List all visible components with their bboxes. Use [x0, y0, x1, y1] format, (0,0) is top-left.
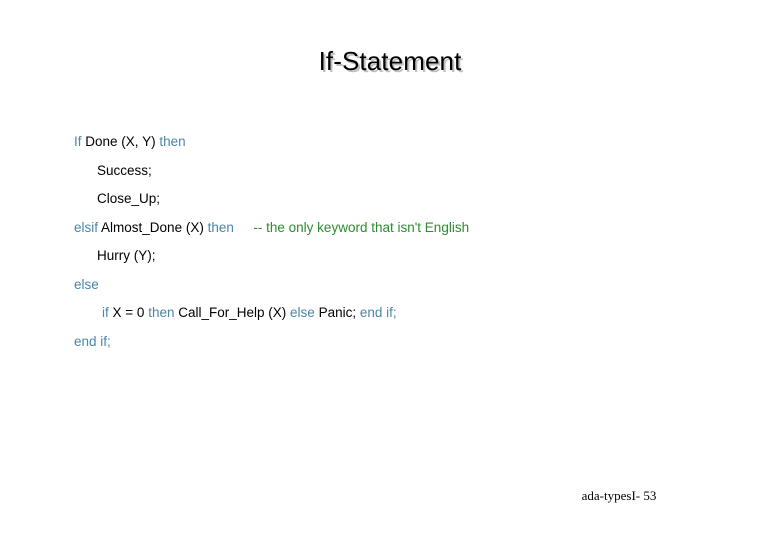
keyword-else-nested: else	[290, 305, 315, 320]
slide-footer: ada-typesI- 53	[0, 488, 780, 504]
statement-close-up: Close_Up;	[97, 191, 161, 206]
code-line-elsif: elsif Almost_Done (X) then -- the only k…	[74, 214, 714, 243]
statement-success: Success;	[97, 162, 152, 178]
keyword-end-if-nested: end if;	[359, 305, 397, 320]
code-line-else: else	[74, 271, 714, 300]
call-almost-done: Almost_Done (X)	[101, 219, 204, 235]
keyword-end-if: end if;	[74, 333, 111, 349]
code-line-success: Success;	[74, 157, 714, 186]
keyword-elsif: elsif	[74, 219, 99, 235]
code-line-hurry: Hurry (Y);	[74, 242, 714, 271]
statement-hurry: Hurry (Y);	[97, 248, 156, 263]
code-block: If Done (X, Y) then Success; Close_Up; e…	[74, 128, 714, 356]
keyword-then-nested: then	[148, 305, 175, 320]
keyword-if-nested: if	[102, 305, 109, 320]
condition-x-equals-zero: X = 0	[112, 305, 145, 320]
call-call-for-help: Call_For_Help (X)	[178, 305, 287, 320]
code-line-end-if: end if;	[74, 328, 714, 357]
keyword-then: then	[207, 219, 234, 235]
code-line-if-done: If Done (X, Y) then	[74, 128, 714, 157]
page-title: If-Statement	[318, 46, 462, 76]
keyword-else: else	[74, 276, 99, 292]
statement-panic: Panic;	[318, 305, 357, 320]
footer-label: ada-typesI- 53	[581, 488, 657, 503]
keyword-if: If	[74, 134, 82, 149]
keyword-then: then	[159, 134, 186, 149]
code-line-close-up: Close_Up;	[74, 185, 714, 214]
slide: If-Statement If Done (X, Y) then Success…	[0, 0, 780, 540]
code-comment: -- the only keyword that isn't English	[253, 219, 470, 235]
call-done: Done (X, Y)	[85, 134, 156, 149]
code-line-nested-if: if X = 0 then Call_For_Help (X) else Pan…	[74, 299, 714, 328]
